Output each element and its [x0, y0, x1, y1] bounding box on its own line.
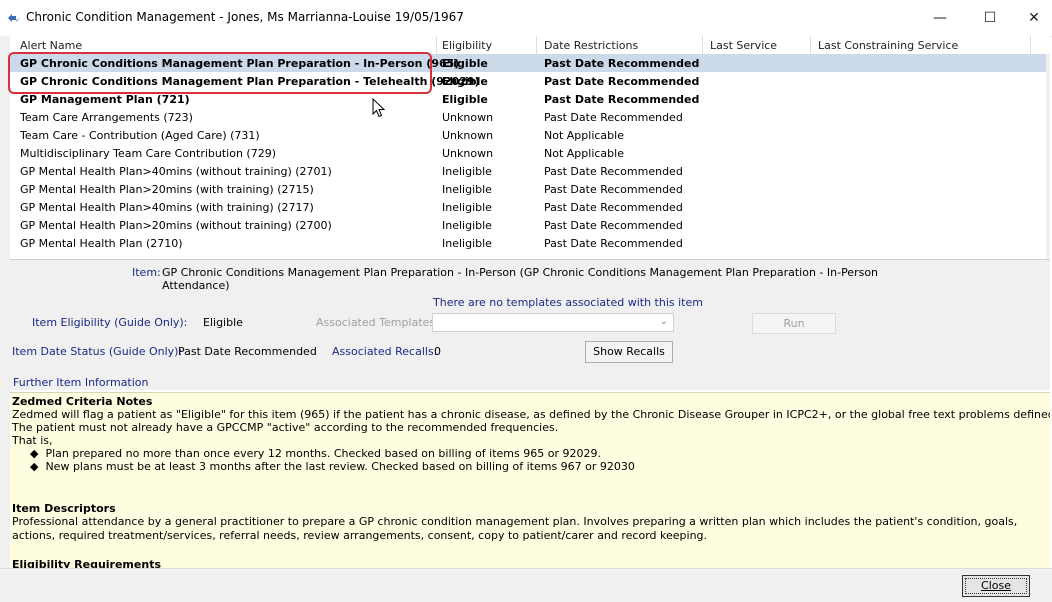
close-button-label: Close [981, 579, 1011, 592]
minimize-button[interactable]: — [918, 0, 962, 36]
item-date-status-value: Past Date Recommended [178, 345, 317, 358]
mouse-cursor-icon [372, 98, 386, 118]
table-row[interactable]: Team Care - Contribution (Aged Care) (73… [10, 126, 1050, 144]
minimize-icon: — [933, 10, 947, 26]
table-row[interactable]: GP Mental Health Plan>20mins (without tr… [10, 216, 1050, 234]
alert-name-cell: Team Care Arrangements (723) [20, 111, 193, 124]
item-eligibility-label: Item Eligibility (Guide Only): [32, 316, 188, 329]
alert-name-cell: GP Mental Health Plan>40mins (with train… [20, 201, 314, 214]
criteria-bullet: ◆ Plan prepared no more than once every … [30, 447, 601, 460]
grid-scrollbar[interactable] [1046, 54, 1050, 259]
alert-name-cell: GP Mental Health Plan>20mins (with train… [20, 183, 314, 196]
associated-templates-label: Associated Templates: [316, 316, 439, 329]
item-date-status-label: Item Date Status (Guide Only): [12, 345, 183, 358]
column-divider[interactable] [810, 36, 811, 54]
further-info-label: Further Item Information [13, 376, 149, 389]
alert-name-cell: Team Care - Contribution (Aged Care) (73… [20, 129, 260, 142]
close-button[interactable]: Close [962, 575, 1030, 597]
eligibility-cell: Ineligible [442, 201, 492, 214]
eligibility-cell: Unknown [442, 111, 494, 124]
show-recalls-button[interactable]: Show Recalls [585, 341, 673, 363]
item-value: GP Chronic Conditions Management Plan Pr… [162, 266, 879, 292]
date-restrictions-cell: Past Date Recommended [544, 165, 683, 178]
table-row[interactable]: GP Mental Health Plan>40mins (with train… [10, 198, 1050, 216]
criteria-notes-line: The patient must not already have a GPCC… [12, 421, 559, 434]
criteria-notes-title: Zedmed Criteria Notes [12, 395, 153, 408]
column-header-alert-name[interactable]: Alert Name [20, 39, 82, 52]
alert-name-cell: Multidisciplinary Team Care Contribution… [20, 147, 277, 160]
date-restrictions-cell: Past Date Recommended [544, 75, 700, 88]
associated-templates-dropdown[interactable]: ⌄ [432, 313, 674, 332]
criteria-bullet-text: Plan prepared no more than once every 12… [45, 447, 601, 460]
templates-message: There are no templates associated with t… [433, 296, 703, 309]
eligibility-cell: Eligible [442, 57, 488, 70]
item-descriptors-title: Item Descriptors [12, 502, 116, 515]
alert-name-cell: GP Mental Health Plan>20mins (without tr… [20, 219, 332, 232]
criteria-notes-line: Zedmed will flag a patient as "Eligible"… [12, 408, 1050, 421]
alert-name-cell: GP Mental Health Plan>40mins (without tr… [20, 165, 332, 178]
table-row[interactable]: Multidisciplinary Team Care Contribution… [10, 144, 1050, 162]
date-restrictions-cell: Past Date Recommended [544, 93, 700, 106]
alert-name-cell: GP Management Plan (721) [20, 93, 190, 106]
table-row[interactable]: GP Mental Health Plan (2710) Ineligible Pa… [10, 234, 1050, 252]
date-restrictions-cell: Not Applicable [544, 129, 624, 142]
eligibility-cell: Ineligible [442, 165, 492, 178]
table-row[interactable]: GP Mental Health Plan>40mins (without tr… [10, 162, 1050, 180]
run-button[interactable]: Run [752, 313, 836, 334]
associated-recalls-value: 0 [434, 345, 441, 358]
window-border [0, 36, 10, 568]
date-restrictions-cell: Not Applicable [544, 147, 624, 160]
table-row[interactable]: Team Care Arrangements (723) Unknown Past … [10, 108, 1050, 126]
notes-panel[interactable]: Zedmed Criteria Notes Zedmed will flag a… [10, 392, 1050, 568]
eligibility-cell: Unknown [442, 129, 494, 142]
title-bar: Chronic Condition Management - Jones, Ms… [0, 0, 1052, 37]
column-header-last-constraining-service[interactable]: Last Constraining Service [818, 39, 958, 52]
table-row[interactable]: GP Mental Health Plan>20mins (with train… [10, 180, 1050, 198]
column-header-last-service[interactable]: Last Service [710, 39, 777, 52]
column-divider[interactable] [1030, 36, 1031, 54]
close-icon: ✕ [1028, 10, 1040, 26]
eligibility-cell: Eligible [442, 75, 488, 88]
date-restrictions-cell: Past Date Recommended [544, 219, 683, 232]
eligibility-cell: Ineligible [442, 237, 492, 250]
criteria-bullet: ◆ New plans must be at least 3 months af… [30, 460, 635, 473]
eligibility-cell: Ineligible [442, 219, 492, 232]
criteria-notes-line: That is, [12, 434, 53, 447]
chevron-down-icon: ⌄ [659, 316, 668, 327]
column-divider[interactable] [436, 36, 437, 54]
alert-name-cell: GP Mental Health Plan (2710) [20, 237, 183, 250]
item-eligibility-value: Eligible [203, 316, 243, 329]
date-restrictions-cell: Past Date Recommended [544, 183, 683, 196]
item-label: Item: [132, 266, 161, 279]
associated-recalls-label: Associated Recalls: [332, 345, 438, 358]
eligibility-cell: Unknown [442, 147, 494, 160]
app-icon [8, 14, 20, 22]
criteria-bullet-text: New plans must be at least 3 months afte… [45, 460, 635, 473]
item-detail-panel: Item: GP Chronic Conditions Management P… [10, 260, 1050, 390]
date-restrictions-cell: Past Date Recommended [544, 111, 683, 124]
column-divider[interactable] [536, 36, 537, 54]
close-window-button[interactable]: ✕ [1012, 0, 1052, 36]
eligibility-cell: Ineligible [442, 183, 492, 196]
date-restrictions-cell: Past Date Recommended [544, 57, 700, 70]
column-header-date-restrictions[interactable]: Date Restrictions [544, 39, 638, 52]
maximize-icon: ☐ [983, 10, 997, 26]
highlight-box-cdm-items [8, 52, 432, 94]
column-divider[interactable] [702, 36, 703, 54]
eligibility-cell: Eligible [442, 93, 488, 106]
eligibility-requirements-title: Eligibility Requirements [12, 558, 161, 568]
bottom-bar: Close [0, 568, 1052, 602]
maximize-button[interactable]: ☐ [968, 0, 1012, 36]
item-descriptors-text: Professional attendance by a general pra… [12, 515, 1018, 542]
date-restrictions-cell: Past Date Recommended [544, 201, 683, 214]
date-restrictions-cell: Past Date Recommended [544, 237, 683, 250]
window-title: Chronic Condition Management - Jones, Ms… [26, 10, 464, 24]
column-header-eligibility[interactable]: Eligibility [442, 39, 492, 52]
